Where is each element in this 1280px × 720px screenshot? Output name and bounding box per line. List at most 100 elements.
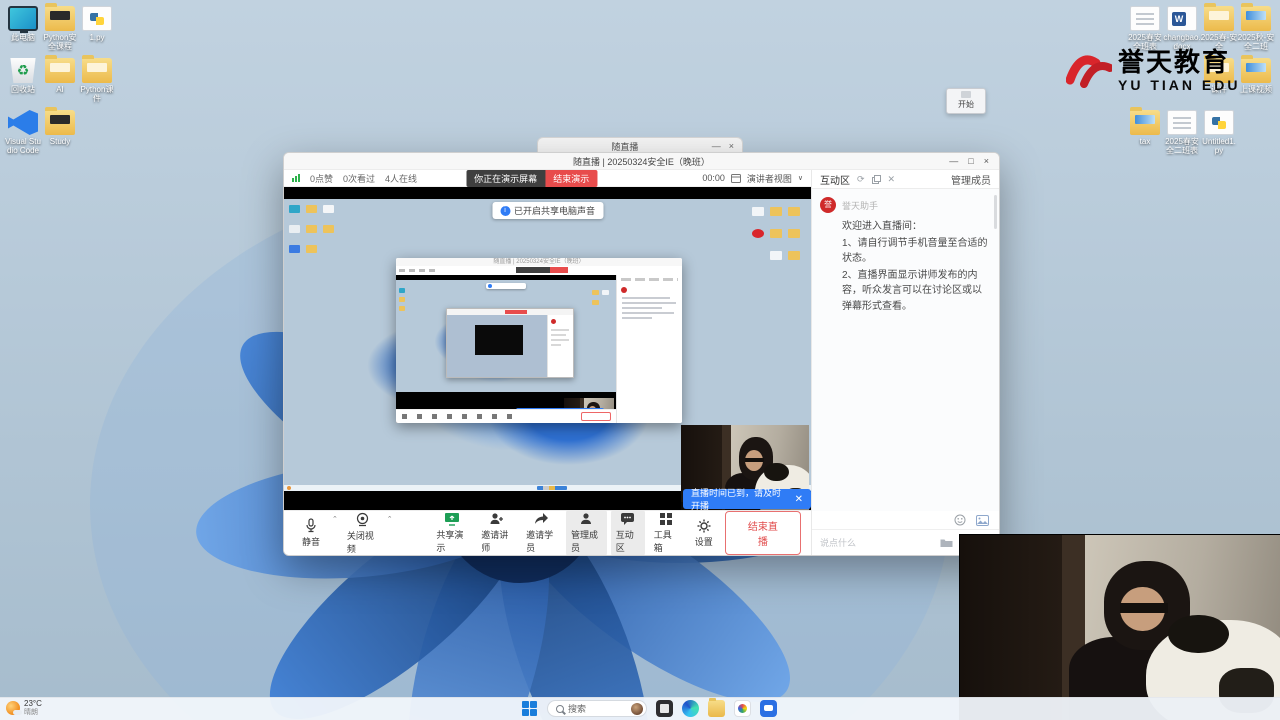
refresh-icon[interactable]: ⟳ <box>857 174 865 185</box>
desktop-icon-this-pc[interactable]: 此电脑 <box>4 6 42 42</box>
folder-icon <box>1241 55 1271 83</box>
image-icon[interactable] <box>976 514 989 526</box>
tab-manage-members[interactable]: 管理成员 <box>951 172 991 187</box>
folder-attach-icon[interactable] <box>940 538 953 548</box>
close-icon[interactable]: × <box>729 141 734 151</box>
stream-statusbar: 0点赞 0次看过 4人在线 你正在演示屏幕 结束演示 00:00 演讲者视图 ∨ <box>284 169 811 187</box>
screen-share-stage: i 已开启共享电脑声音 随直播 | 20250324安全IE（晚班） 直播时间已… <box>284 187 811 510</box>
file-icon <box>1130 6 1160 31</box>
yutian-logo-icon <box>1066 55 1112 88</box>
taskbar-app-photos[interactable] <box>656 700 673 717</box>
weather-widget[interactable]: 23°C 晴朗 <box>6 700 42 716</box>
chat-input[interactable] <box>820 537 934 548</box>
camera-options-chevron[interactable]: ⌃ <box>387 515 393 523</box>
share-screen-button[interactable]: 共享演示 <box>431 509 472 555</box>
minimize-icon[interactable]: — <box>949 156 958 166</box>
desktop-icon-word-doc[interactable]: W changbao.docx <box>1163 6 1201 51</box>
invite-student-icon <box>535 513 549 524</box>
manage-members-button[interactable]: 管理成员 <box>565 509 607 555</box>
desktop-icon-class2-schedule-file[interactable]: 2025春安全二班表 <box>1163 110 1201 155</box>
desktop-icon-vscode[interactable]: Visual Studio Code <box>4 110 42 155</box>
desktop-icon-untitled-py[interactable]: Untitled1.py <box>1200 110 1238 155</box>
windows-taskbar: 23°C 晴朗 搜索 <box>0 697 1280 720</box>
taskbar-app-edge[interactable] <box>682 700 699 717</box>
mini-desktop-icon <box>788 251 800 260</box>
stop-present-button[interactable]: 结束演示 <box>545 169 598 187</box>
desktop-icon-tax-folder[interactable]: tax <box>1126 107 1164 146</box>
yutian-watermark: 誉天教育 YU TIAN EDU <box>1066 48 1240 93</box>
weather-temp: 23°C <box>24 699 42 708</box>
nested-audio-notice <box>486 283 526 289</box>
emoji-icon[interactable] <box>954 514 966 526</box>
mini-popup[interactable]: 开始 <box>946 88 986 114</box>
search-avatar <box>631 702 643 715</box>
weather-icon <box>6 701 22 715</box>
desktop-icon-class-videos-folder[interactable]: 上课视频 <box>1237 55 1275 94</box>
mute-options-chevron[interactable]: ⌃ <box>332 515 338 523</box>
mini-desktop-icon <box>289 225 300 233</box>
watermark-en-text: YU TIAN EDU <box>1118 76 1241 93</box>
view-mode-select[interactable]: 演讲者视图 <box>747 172 792 185</box>
word-file-icon: W <box>1167 6 1197 31</box>
toolbox-button[interactable]: 工具箱 <box>649 509 683 555</box>
taskbar-app-paint[interactable] <box>734 700 751 717</box>
chat-tabrow: 互动区 ⟳ ✕ 管理成员 <box>812 170 999 189</box>
interaction-zone-button[interactable]: 互动区 <box>610 509 645 555</box>
minimize-icon[interactable]: — <box>712 141 721 151</box>
close-panel-icon[interactable]: ✕ <box>888 174 896 185</box>
desktop-icon-ai-folder[interactable]: AI <box>41 55 79 94</box>
close-icon[interactable]: × <box>984 156 989 166</box>
assistant-message: 欢迎进入直播间： 1、请自行调节手机音量至合适的状态。 2、直播界面显示讲师发布… <box>842 221 988 312</box>
desktop-icon-schedule-file[interactable]: 2025春安全班表 <box>1126 6 1164 51</box>
invite-teacher-button[interactable]: 邀请讲师 <box>476 509 517 555</box>
maximize-icon[interactable]: □ <box>968 156 973 166</box>
info-icon: i <box>499 205 510 216</box>
start-button[interactable] <box>521 700 538 717</box>
mini-desktop-icon <box>770 207 782 216</box>
settings-button[interactable]: 设置 <box>687 516 721 551</box>
nested-live-window: 随直播 | 20250324安全IE（晚班） <box>396 258 682 423</box>
chevron-down-icon[interactable]: ∨ <box>798 174 803 182</box>
mini-popup-icon <box>961 91 971 98</box>
glasses <box>1120 603 1168 613</box>
python-file-icon <box>82 6 112 31</box>
camera-off-button[interactable]: 关闭视频 <box>342 509 383 556</box>
desktop-icon-python-course-folder[interactable]: Python安全课程 <box>41 3 79 51</box>
taskbar-search[interactable]: 搜索 <box>547 700 647 717</box>
folder-icon <box>45 107 75 135</box>
likes-count: 0点赞 <box>310 173 334 184</box>
desktop-icon-study-folder[interactable]: Study <box>41 107 79 146</box>
nested-chat-panel <box>616 275 682 423</box>
invite-student-button[interactable]: 邀请学员 <box>521 509 562 555</box>
desktop-icon-python-files-folder[interactable]: Python课件 <box>78 55 116 103</box>
mini-desktop-icon <box>323 225 334 233</box>
nested-video-frame <box>475 325 523 355</box>
toolbox-grid-icon <box>659 513 672 525</box>
share-screen-icon <box>444 513 459 526</box>
desktop-icon-fall-security-folder[interactable]: 2025秋-安全二班 <box>1237 3 1275 51</box>
nested-statusbar <box>396 266 682 275</box>
taskbar-app-live-stream[interactable] <box>760 700 777 717</box>
window-titlebar[interactable]: 随直播 | 20250324安全IE（晚班） — □ × <box>284 153 999 170</box>
nested-shared-desktop <box>396 280 616 423</box>
desktop-icon-recycle-bin[interactable]: ♻ 回收站 <box>4 58 42 94</box>
taskbar-app-file-explorer[interactable] <box>708 698 725 717</box>
close-icon[interactable]: ✕ <box>795 494 803 505</box>
this-pc-icon <box>8 6 38 33</box>
mute-button[interactable]: 静音 <box>294 515 328 551</box>
tab-interaction[interactable]: 互动区 <box>820 172 850 187</box>
mini-desktop-icon <box>306 225 317 233</box>
mini-desktop-icon <box>323 205 334 213</box>
presenting-badge: 你正在演示屏幕 <box>466 169 546 187</box>
desktop-icon-spring-security-folder[interactable]: 2025春-安全 <box>1200 3 1238 51</box>
chat-scrollbar[interactable] <box>994 195 997 229</box>
members-icon <box>581 513 592 524</box>
desktop-icon-1py[interactable]: 1.py <box>78 6 116 42</box>
folder-icon <box>1204 3 1234 31</box>
nested-stage <box>396 275 616 423</box>
mini-desktop-icon <box>752 207 764 216</box>
stream-timer: 00:00 <box>702 173 725 183</box>
popout-icon[interactable] <box>871 174 881 184</box>
start-live-reminder-tooltip: 直播时间已到，请及时开播 ✕ <box>683 488 811 510</box>
end-live-button[interactable]: 结束直播 <box>724 511 802 555</box>
